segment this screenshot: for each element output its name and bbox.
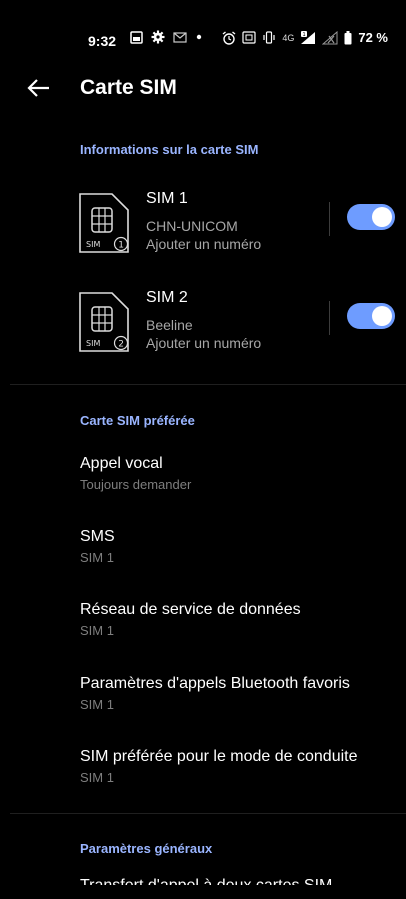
toggle-knob [372, 306, 392, 326]
mail-icon [173, 31, 187, 43]
toggle-knob [372, 207, 392, 227]
divider-vertical [329, 202, 330, 236]
back-arrow-icon[interactable] [25, 74, 53, 102]
sim-row-2[interactable]: SIM 2 SIM 2 Beeline Ajouter un numéro [0, 289, 406, 375]
sim-card-label: SIM [86, 339, 100, 348]
pref-item-driving-mode[interactable]: SIM préférée pour le mode de conduite SI… [80, 748, 400, 785]
section-divider [10, 384, 406, 385]
screenshot-icon [130, 30, 143, 44]
pref-item-value: SIM 1 [80, 770, 114, 785]
svg-text:1: 1 [303, 32, 306, 38]
section-title-preferred-sim: Carte SIM préférée [80, 413, 195, 428]
app-bar: Carte SIM [0, 62, 406, 116]
navigation-bar [0, 885, 406, 899]
pref-item-title: Appel vocal [80, 455, 163, 472]
sim2-toggle[interactable] [347, 303, 395, 329]
sim-badge-number: 1 [118, 241, 124, 251]
battery-percent: 72 % [358, 30, 388, 45]
status-bar: 9:32 4G 1 72 % [0, 0, 406, 49]
signal-sim2-icon [322, 30, 338, 44]
pref-item-value: Toujours demander [80, 477, 192, 492]
sim-add-number: Ajouter un numéro [146, 335, 262, 351]
sim-row-1[interactable]: SIM 1 SIM 1 CHN-UNICOM Ajouter un numéro [0, 190, 406, 276]
gear-icon [151, 30, 165, 44]
status-time: 9:32 [88, 33, 117, 49]
section-divider [10, 813, 406, 814]
pref-item-data-network[interactable]: Réseau de service de données SIM 1 [80, 601, 400, 638]
pref-item-title: Paramètres d'appels Bluetooth favoris [80, 675, 350, 692]
pref-item-title: SMS [80, 528, 115, 545]
pref-item-bluetooth-calls[interactable]: Paramètres d'appels Bluetooth favoris SI… [80, 675, 400, 712]
page-title: Carte SIM [80, 76, 177, 99]
pref-item-title: SIM préférée pour le mode de conduite [80, 748, 358, 765]
sim-carrier: CHN-UNICOM [146, 218, 238, 234]
pref-item-title: Réseau de service de données [80, 601, 301, 618]
pref-item-voice-call[interactable]: Appel vocal Toujours demander [80, 455, 400, 492]
sim-badge-number: 2 [118, 340, 124, 350]
dot-icon [196, 34, 202, 40]
pref-item-value: SIM 1 [80, 550, 114, 565]
pref-item-sms[interactable]: SMS SIM 1 [80, 528, 400, 565]
divider-vertical [329, 301, 330, 335]
sim-card-label: SIM [86, 240, 100, 249]
section-title-sim-info: Informations sur la carte SIM [80, 142, 259, 157]
nfc-icon [242, 31, 256, 44]
network-type-label: 4G [282, 32, 295, 43]
alarm-icon [222, 30, 236, 45]
sim-card-icon: SIM 1 [79, 193, 129, 253]
sim-name: SIM 1 [146, 190, 188, 207]
status-left-icons [130, 30, 203, 44]
sim-name: SIM 2 [146, 289, 188, 306]
signal-sim1-icon: 1 [301, 30, 316, 44]
section-title-general: Paramètres généraux [80, 841, 213, 856]
status-right-icons: 4G 1 72 % [222, 30, 388, 45]
sim-carrier: Beeline [146, 317, 193, 333]
sim-card-icon: SIM 2 [79, 292, 129, 352]
pref-item-value: SIM 1 [80, 697, 114, 712]
sim-add-number: Ajouter un numéro [146, 236, 262, 252]
vibrate-icon [263, 31, 275, 44]
sim1-toggle[interactable] [347, 204, 395, 230]
battery-icon [344, 30, 352, 44]
pref-item-value: SIM 1 [80, 623, 114, 638]
